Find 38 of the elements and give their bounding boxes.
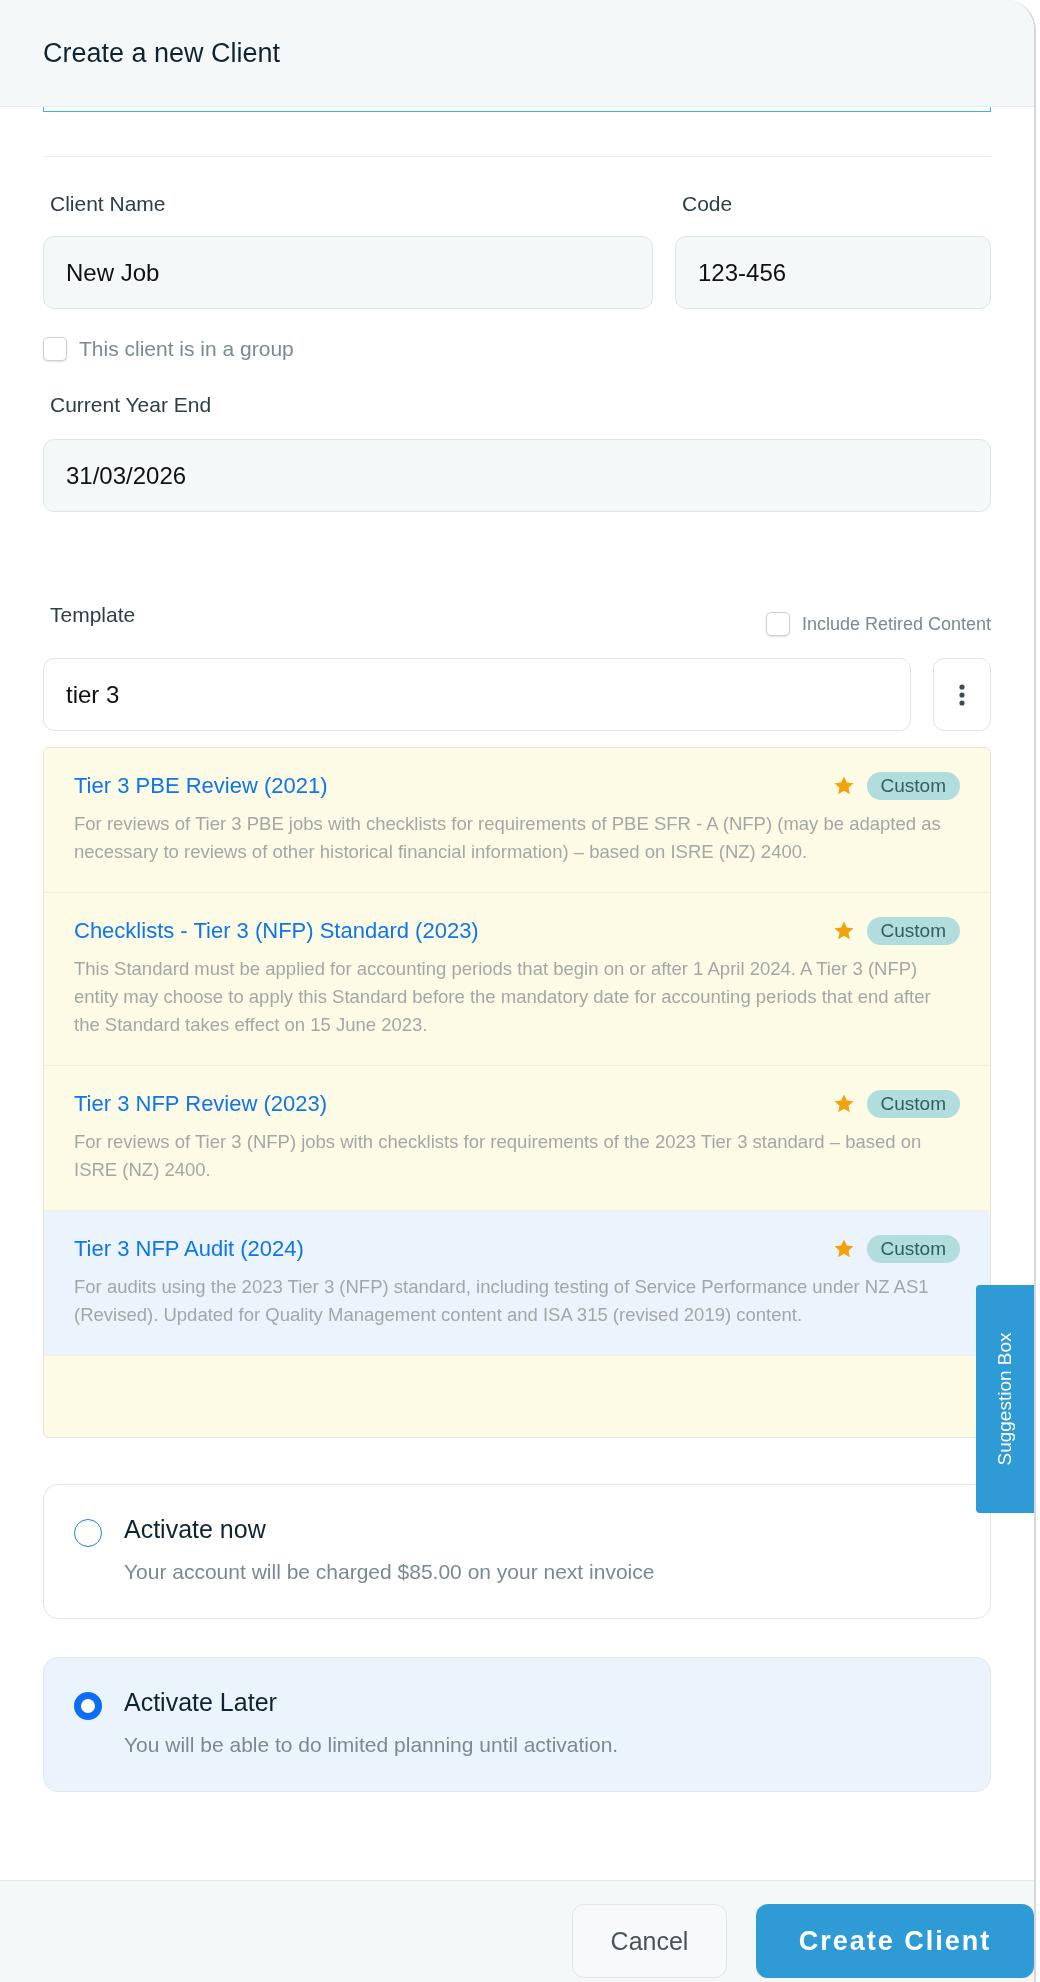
radio-button[interactable] [74, 1519, 102, 1547]
template-description: For reviews of Tier 3 (NFP) jobs with checklists for requirements of the 2023 Tier 3 standard – based on ISRE (NZ) 2400. [74, 1130, 923, 1182]
dialog-title: Create a new Client [43, 37, 281, 69]
tag: Custom [866, 917, 960, 945]
tag: Custom [866, 1235, 960, 1263]
template-title[interactable]: Tier 3 NFP Review (2023) [74, 1088, 328, 1120]
search-field[interactable]: tier 3 [43, 658, 911, 731]
option-description: You will be able to do limited planning until activation. [124, 1733, 619, 1757]
field-label: Template [49, 602, 136, 628]
option-title: Activate Later [124, 1688, 278, 1717]
field-label: Current Year End [49, 392, 213, 418]
activation-option[interactable]: Activate now Your account will be charged $85.00 on your next invoice [43, 1484, 991, 1619]
more-options-button[interactable] [933, 658, 991, 731]
radio-button[interactable] [74, 1692, 102, 1720]
tag: Custom [866, 772, 960, 800]
checkbox[interactable] [765, 612, 790, 636]
option-description: Your account will be charged $85.00 on your next invoice [124, 1560, 655, 1584]
template-description: This Standard must be applied for accounting periods that begin on or after 1 April 2024. A Tier 3 (NFP) entity may choose to apply this Standard before the mandatory date for accounting periods that end after the Standard takes effect on 15 June 2023. [74, 957, 932, 1037]
tag: Custom [866, 1090, 960, 1118]
template-title[interactable]: Checklists - Tier 3 (NFP) Standard (2023) [74, 915, 479, 947]
checkbox-label: Include Retired Content [801, 613, 991, 635]
field-label: Client Name [49, 191, 167, 217]
client-name-field[interactable]: New Job [43, 236, 653, 309]
template-description: For audits using the 2023 Tier 3 (NFP) standard, including testing of Service Performance under NZ AS1 (Revised). Updated for Quality Management content and ISA 315 (revised 2019) content. [74, 1275, 930, 1327]
template-description: For reviews of Tier 3 PBE jobs with checklists for requirements of PBE SFR - A (NFP) (may be adapted as necessary to reviews of other historical financial information) – based on ISRE (NZ) 2400. [74, 812, 942, 864]
checkbox-label: This client is in a group [79, 337, 294, 361]
date-field[interactable]: 31/03/2026 [43, 439, 991, 512]
field-label: Code [681, 191, 734, 217]
vertical-dots-icon [959, 683, 965, 706]
code-field[interactable]: 123-456 [675, 236, 991, 309]
template-title[interactable]: Tier 3 NFP Audit (2024) [74, 1233, 304, 1265]
activation-option[interactable]: Activate Later You will be able to do limited planning until activation. [43, 1657, 991, 1792]
checkbox[interactable] [43, 337, 67, 361]
option-title: Activate now [124, 1515, 267, 1544]
template-item[interactable] [44, 748, 990, 893]
template-title[interactable]: Tier 3 PBE Review (2021) [74, 770, 328, 802]
cancel-button[interactable]: Cancel [572, 1904, 727, 1978]
template-item[interactable] [44, 1211, 990, 1356]
